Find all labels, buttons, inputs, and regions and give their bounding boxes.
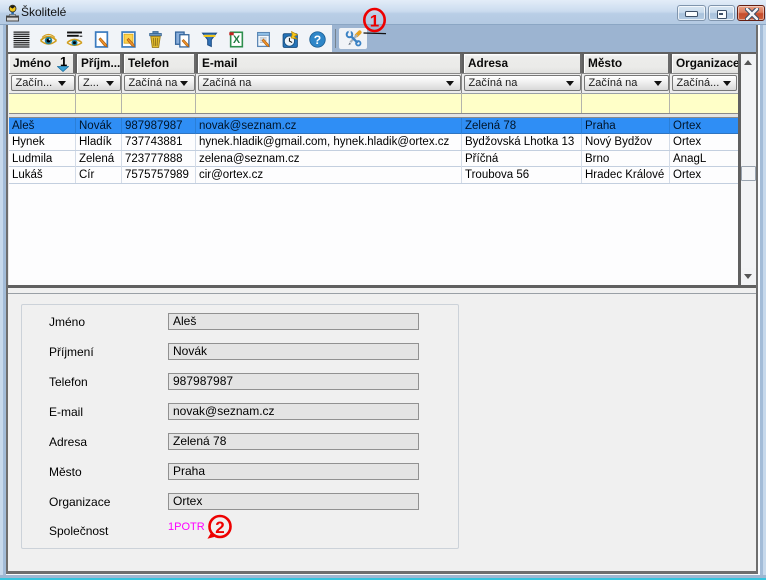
svg-text:2: 2: [215, 518, 224, 537]
svg-text:?: ?: [314, 33, 321, 47]
svg-text:X: X: [233, 34, 240, 46]
svg-text:1: 1: [370, 12, 379, 31]
